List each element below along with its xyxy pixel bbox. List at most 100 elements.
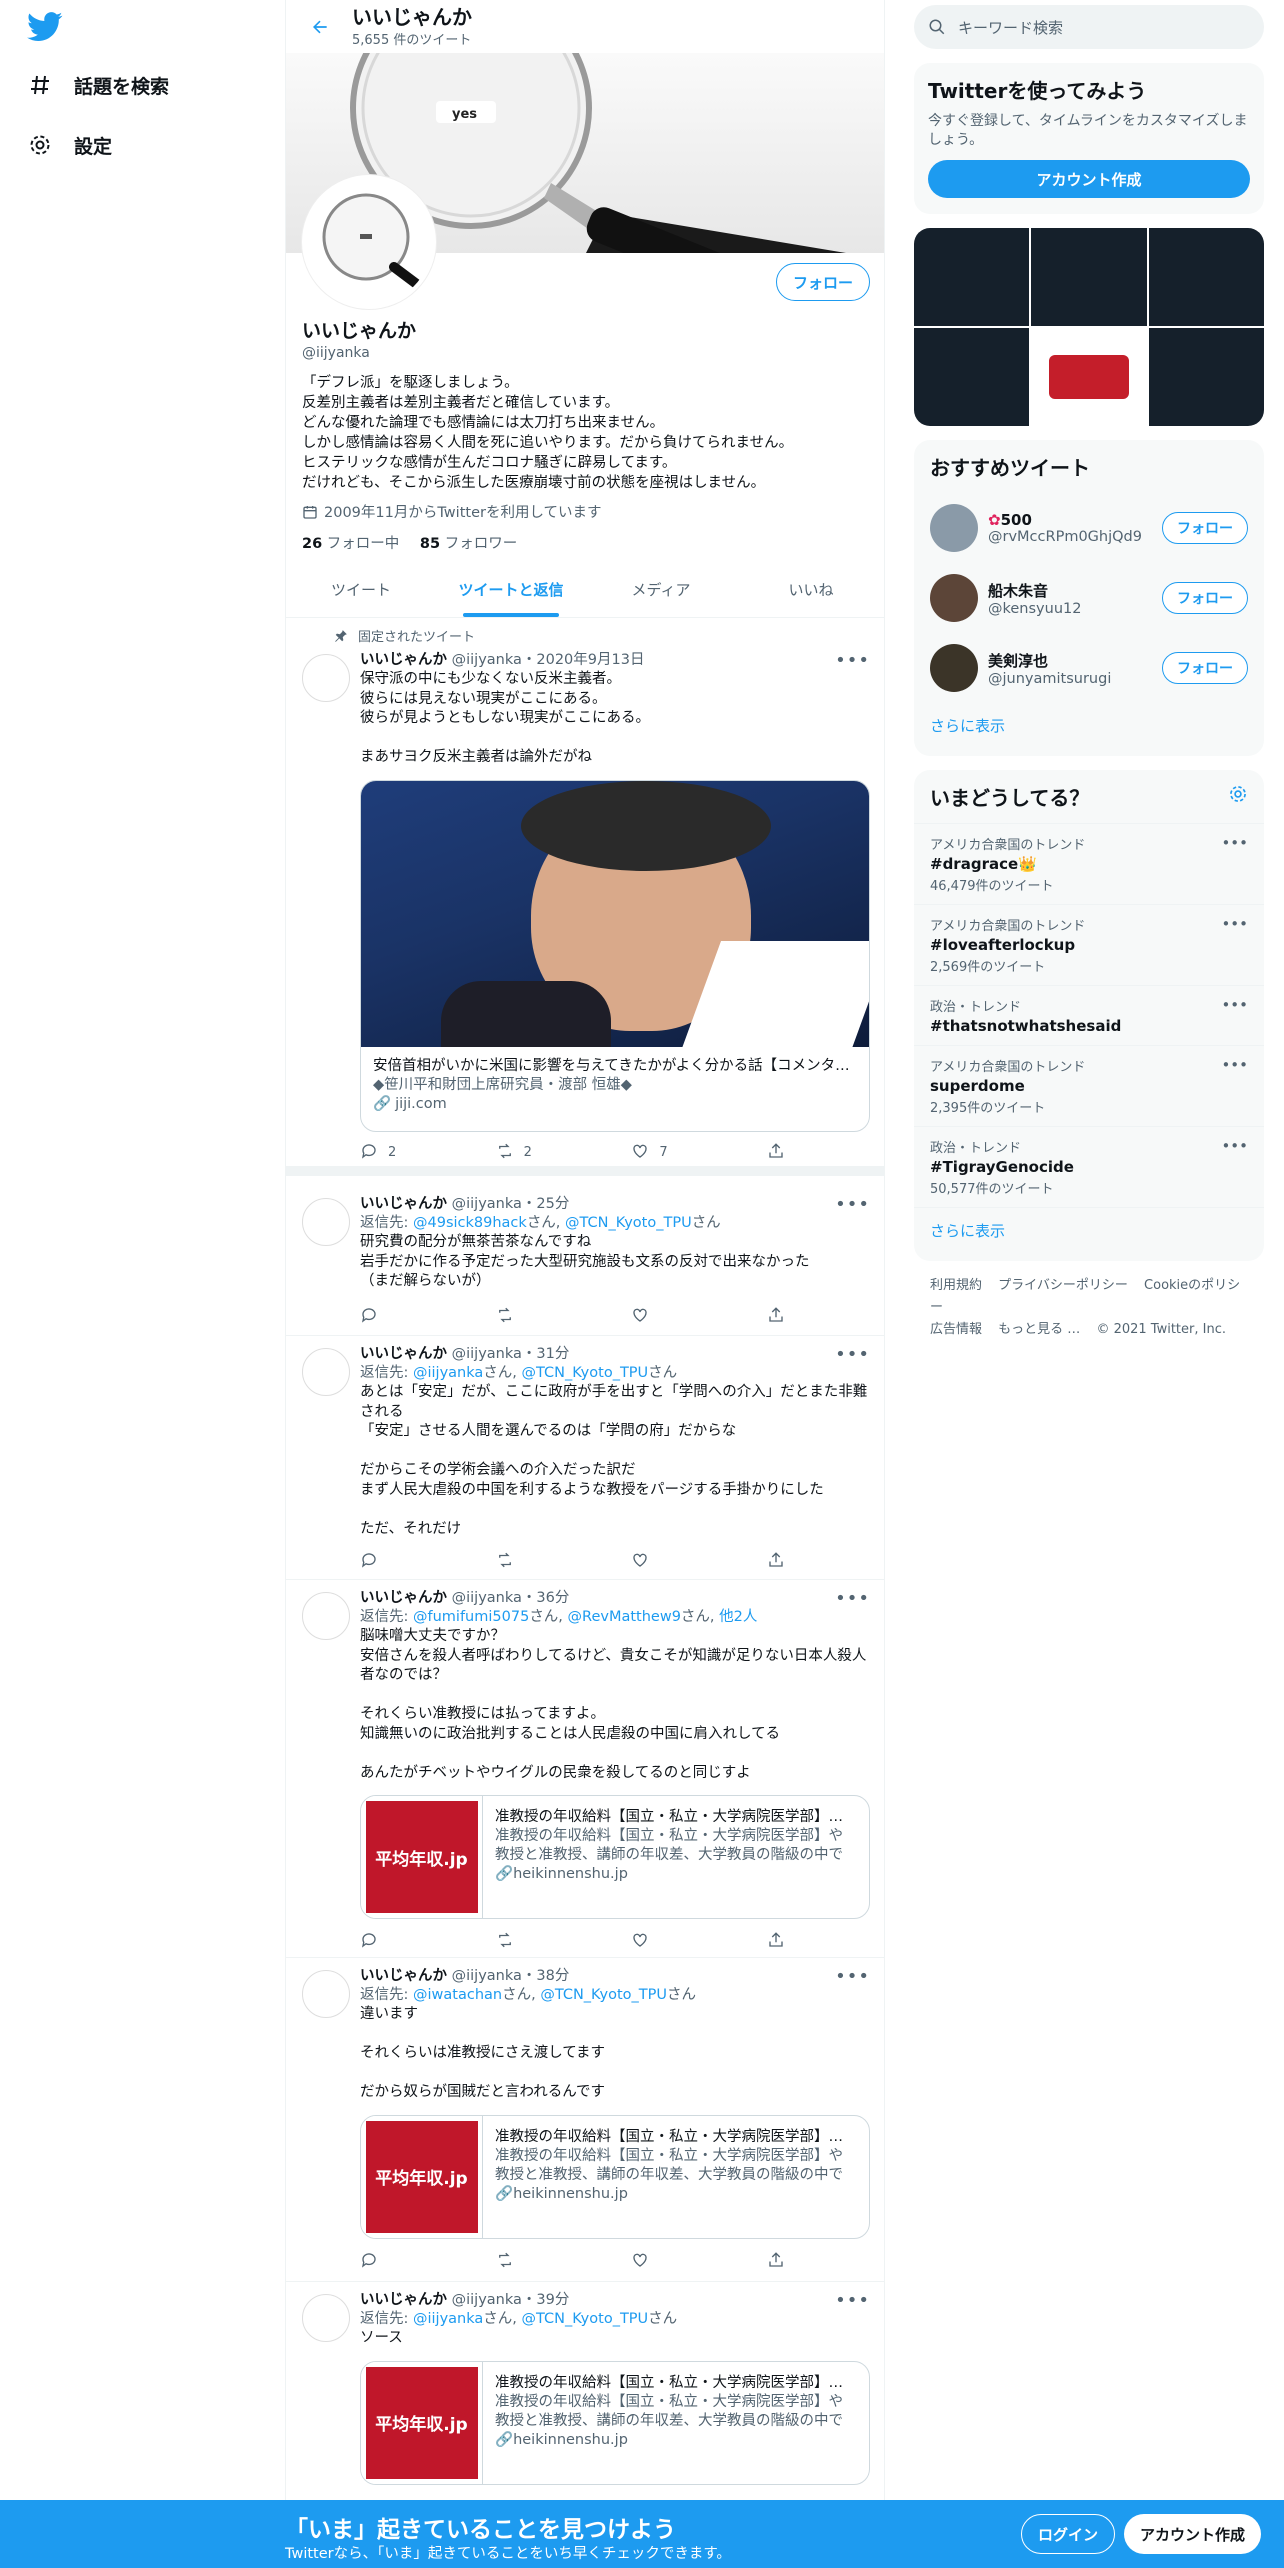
tweet-author-name[interactable]: いいじゃんか	[360, 652, 447, 668]
mention-link[interactable]: @fumifumi5075	[413, 1609, 529, 1625]
media-thumb[interactable]	[1148, 328, 1264, 426]
mention-link[interactable]: @RevMatthew9	[568, 1609, 681, 1625]
retweet-button[interactable]	[496, 1931, 514, 1953]
more-icon[interactable]: •••	[1221, 1056, 1248, 1074]
create-account-button[interactable]: アカウント作成	[928, 160, 1250, 198]
follow-button[interactable]: フォロー	[1162, 582, 1248, 614]
mention-link[interactable]: @TCN_Kyoto_TPU	[522, 2311, 649, 2327]
avatar[interactable]	[930, 504, 978, 552]
media-thumb[interactable]	[914, 228, 1030, 326]
share-button[interactable]	[767, 1551, 785, 1573]
avatar[interactable]	[302, 2294, 350, 2342]
more-icon[interactable]: •••	[1221, 996, 1248, 1014]
media-grid[interactable]	[914, 228, 1264, 426]
tweet-author-name[interactable]: いいじゃんか	[360, 1590, 447, 1606]
footer-link-ads[interactable]: 広告情報	[930, 1322, 982, 1337]
share-button[interactable]	[767, 2251, 785, 2273]
reply-button[interactable]	[360, 1931, 378, 1953]
more-icon[interactable]: •••	[1221, 1137, 1248, 1155]
trend-item[interactable]: アメリカ合衆国のトレンド #loveafterlockup 2,569件のツイート •…	[914, 904, 1264, 985]
media-thumb[interactable]	[1031, 228, 1147, 326]
nav-settings[interactable]: 設定	[26, 123, 112, 167]
twitter-logo-icon[interactable]	[27, 12, 63, 42]
follow-button[interactable]: フォロー	[775, 263, 870, 301]
trend-item[interactable]: アメリカ合衆国のトレンド superdome 2,395件のツイート •••	[914, 1045, 1264, 1126]
avatar[interactable]	[930, 644, 978, 692]
reply-button[interactable]: 2	[360, 1142, 396, 1164]
media-thumb[interactable]	[914, 328, 1030, 426]
media-thumb[interactable]	[1031, 328, 1147, 426]
link-card[interactable]: 平均年収.jp 准教授の年収給料【国立・私立・大学病院医学部】平均年収.jp 准…	[360, 2114, 870, 2239]
tweet[interactable]: ••• いいじゃんか @iijyanka・36分 返信先: @fumifumi5…	[286, 1580, 884, 1958]
footer-link-terms[interactable]: 利用規約	[930, 1278, 982, 1293]
signup-button[interactable]: アカウント作成	[1124, 2514, 1262, 2554]
trend-item[interactable]: 政治・トレンド #thatsnotwhatshesaid •••	[914, 985, 1264, 1045]
mention-link[interactable]: @TCN_Kyoto_TPU	[565, 1215, 692, 1231]
link-card[interactable]: 平均年収.jp 准教授の年収給料【国立・私立・大学病院医学部】平均年収.jp 准…	[360, 2360, 870, 2485]
like-button[interactable]	[631, 1306, 649, 1328]
mention-link[interactable]: @iwatachan	[413, 1987, 502, 2003]
tweet-author-name[interactable]: いいじゃんか	[360, 1196, 447, 1212]
reply-button[interactable]	[360, 2251, 378, 2273]
share-button[interactable]	[767, 1306, 785, 1328]
search-input[interactable]: キーワード検索	[914, 5, 1264, 49]
retweet-button[interactable]: 2	[496, 1142, 532, 1164]
who-item[interactable]: 美剣淳也 @junyamitsurugi フォロー	[914, 633, 1264, 703]
tweet-author-name[interactable]: いいじゃんか	[360, 1968, 447, 1984]
mention-link[interactable]: @TCN_Kyoto_TPU	[522, 1365, 649, 1381]
nav-explore[interactable]: 話題を検索	[26, 63, 169, 107]
mention-link[interactable]: @iijyanka	[413, 1365, 483, 1381]
media-thumb[interactable]	[1148, 228, 1264, 326]
tweet[interactable]: ••• いいじゃんか @iijyanka・38分 返信先: @iwatachan…	[286, 1958, 884, 2282]
following-link[interactable]: 26 フォロー中	[302, 536, 399, 552]
back-arrow-icon[interactable]	[302, 9, 338, 45]
follow-button[interactable]: フォロー	[1162, 652, 1248, 684]
tab-likes[interactable]: いいね	[736, 562, 884, 617]
who-item[interactable]: ✿500 @rvMccRPm0GhjQd9 フォロー	[914, 493, 1264, 563]
trend-item[interactable]: 政治・トレンド #TigrayGenocide 50,577件のツイート •••	[914, 1126, 1264, 1207]
trends-show-more[interactable]: さらに表示	[914, 1207, 1264, 1261]
link-card[interactable]: 平均年収.jp 准教授の年収給料【国立・私立・大学病院医学部】平均年収.jp 准…	[360, 1795, 870, 1919]
tweet[interactable]: ••• いいじゃんか @iijyanka・39分 返信先: @iijyankaさ…	[286, 2282, 884, 2522]
avatar[interactable]	[302, 1592, 350, 1640]
avatar[interactable]	[302, 1198, 350, 1246]
login-button[interactable]: ログイン	[1021, 2514, 1116, 2554]
followers-link[interactable]: 85 フォロワー	[420, 536, 517, 552]
tab-media[interactable]: メディア	[586, 562, 736, 617]
tweet-author-name[interactable]: いいじゃんか	[360, 2292, 447, 2308]
mention-link[interactable]: @iijyanka	[413, 2311, 483, 2327]
footer-link-privacy[interactable]: プライバシーポリシー	[998, 1278, 1128, 1293]
avatar[interactable]	[302, 1970, 350, 2018]
avatar[interactable]	[302, 1348, 350, 1396]
profile-avatar[interactable]	[302, 175, 436, 309]
mention-others-link[interactable]: 他2人	[719, 1609, 757, 1625]
more-icon[interactable]: •••	[1221, 834, 1248, 852]
tweet-author-name[interactable]: いいじゃんか	[360, 1346, 447, 1362]
footer-link-more[interactable]: もっと見る …	[998, 1322, 1080, 1337]
who-show-more[interactable]: さらに表示	[914, 703, 1264, 756]
mention-link[interactable]: @49sick89hack	[413, 1215, 527, 1231]
like-button[interactable]	[631, 1551, 649, 1573]
tweet[interactable]: ••• いいじゃんか @iijyanka・31分 返信先: @iijyankaさ…	[286, 1336, 884, 1580]
avatar[interactable]	[930, 574, 978, 622]
reply-button[interactable]	[360, 1551, 378, 1573]
like-button[interactable]	[631, 1931, 649, 1953]
tab-tweets[interactable]: ツイート	[286, 562, 436, 617]
trend-item[interactable]: アメリカ合衆国のトレンド #dragrace👑 46,479件のツイート •••	[914, 823, 1264, 904]
follow-button[interactable]: フォロー	[1162, 512, 1248, 544]
share-button[interactable]	[767, 1931, 785, 1953]
share-button[interactable]	[767, 1142, 785, 1164]
tab-tweets-and-replies[interactable]: ツイートと返信	[436, 562, 586, 617]
retweet-button[interactable]	[496, 1306, 514, 1328]
reply-button[interactable]	[360, 1306, 378, 1328]
tweet-pinned[interactable]: 固定されたツイート ••• いいじゃんか @iijyanka・2020年9月13…	[286, 618, 884, 1176]
gear-icon[interactable]	[1228, 784, 1248, 809]
who-item[interactable]: 船木朱音 @kensyuu12 フォロー	[914, 563, 1264, 633]
like-button[interactable]: 7	[631, 1142, 668, 1164]
retweet-button[interactable]	[496, 2251, 514, 2273]
like-button[interactable]	[631, 2251, 649, 2273]
link-card[interactable]: 安倍首相がいかに米国に影響を与えてきたかがよく分かる話【コメンタリー】 ◆笹川平…	[360, 779, 870, 1132]
tweet[interactable]: ••• いいじゃんか @iijyanka・25分 返信先: @49sick89h…	[286, 1186, 884, 1336]
retweet-button[interactable]	[496, 1551, 514, 1573]
more-icon[interactable]: •••	[1221, 915, 1248, 933]
